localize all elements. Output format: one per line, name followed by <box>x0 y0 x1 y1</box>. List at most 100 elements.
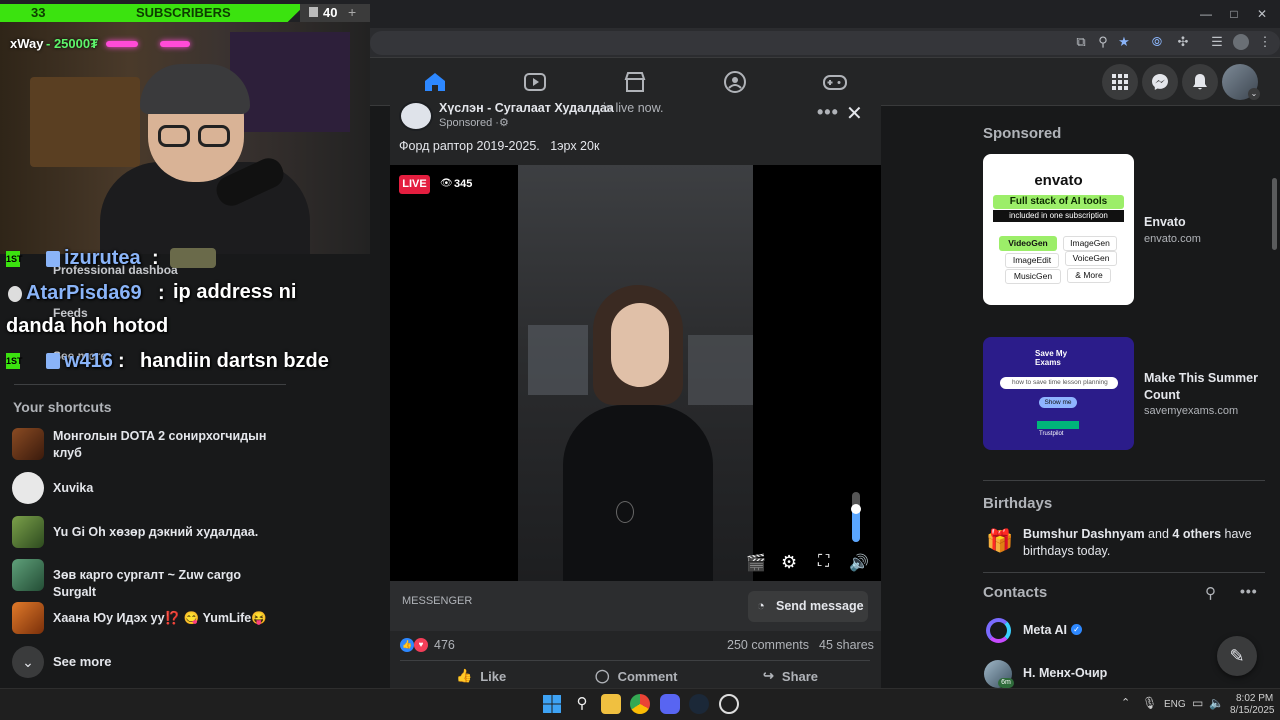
reactions-count[interactable]: 476 <box>434 638 455 652</box>
gaming-icon[interactable] <box>822 70 848 94</box>
birthday-text[interactable]: Bumshur Dashnyam and 4 others have birth… <box>1023 526 1253 560</box>
shortcuts-title: Your shortcuts <box>13 399 112 415</box>
cast-icon[interactable]: ⧉ <box>1072 33 1090 51</box>
like-reaction-icon: 👍 <box>400 638 414 652</box>
envato-headline: Full stack of AI tools <box>993 195 1124 209</box>
more-options-icon[interactable]: ••• <box>1240 583 1258 599</box>
monitor-icon[interactable]: ▭ <box>1192 696 1203 710</box>
ad-image-savemyexams[interactable]: Save My Exams how to save time lesson pl… <box>983 337 1134 450</box>
contact-active-badge: 6m <box>998 678 1014 688</box>
chat-username: izurutea <box>64 247 141 269</box>
video-frame <box>518 165 753 581</box>
contact-name[interactable]: Н. Менх-Очир <box>1023 666 1107 680</box>
minimize-button[interactable]: — <box>1196 6 1216 22</box>
envato-tag: VoiceGen <box>1065 251 1117 266</box>
fullscreen-icon[interactable]: ⛶ <box>818 553 829 571</box>
comment-button[interactable]: ◯ Comment <box>595 665 678 687</box>
chevron-down-icon[interactable]: ⌄ <box>1248 88 1260 100</box>
clip-icon[interactable]: 🎬 <box>746 553 766 573</box>
see-more-link[interactable]: See more <box>53 654 112 669</box>
like-button[interactable]: 👍 Like <box>456 665 506 687</box>
right-divider <box>983 480 1265 481</box>
new-message-button[interactable]: ✎ <box>1217 636 1257 676</box>
settings-gear-icon[interactable]: ⚙ <box>781 552 797 573</box>
extensions-puzzle-icon[interactable]: ✣ <box>1174 33 1192 51</box>
chrome-icon[interactable] <box>630 694 650 714</box>
page-avatar[interactable] <box>399 101 433 131</box>
profile-avatar[interactable] <box>1233 34 1249 50</box>
chevron-down-icon[interactable]: ⌄ <box>12 646 44 678</box>
close-window-button[interactable]: ✕ <box>1252 6 1272 22</box>
sub-goal-icon <box>309 7 318 17</box>
chat-message: ip address ni danda hoh hotod <box>6 281 297 337</box>
windows-start-icon[interactable] <box>542 694 562 714</box>
extension-icon[interactable]: ⦾ <box>1148 33 1166 51</box>
ad-image-envato[interactable]: envato Full stack of AI tools included i… <box>983 154 1134 305</box>
sme-button: Show me <box>1039 397 1077 408</box>
chat-badge-icon <box>46 251 60 267</box>
volume-slider[interactable] <box>851 492 861 542</box>
shortcut-thumbnail <box>12 602 44 634</box>
speaker-icon[interactable]: 🔈 <box>1209 696 1224 710</box>
search-icon[interactable]: ⚲ <box>572 694 592 714</box>
chrome-menu-icon[interactable]: ⋮ <box>1256 33 1274 51</box>
ad-name[interactable]: Envato <box>1144 215 1186 229</box>
language-indicator[interactable]: ENG <box>1164 699 1186 710</box>
volume-slider-handle[interactable] <box>851 504 861 514</box>
shortcut-item[interactable]: Хаана Юу Идэх уу⁉️ 😋 YumLife😝 <box>12 600 372 636</box>
contacts-title: Contacts <box>983 584 1048 601</box>
clock-time[interactable]: 8:02 PM <box>1236 693 1273 704</box>
discord-icon[interactable] <box>660 694 680 714</box>
bell-icon <box>1193 74 1207 90</box>
chat-colon: : <box>118 350 125 372</box>
shares-count[interactable]: 45 shares <box>819 638 874 652</box>
menu-grid-button[interactable] <box>1102 64 1138 100</box>
share-button[interactable]: ↪ Share <box>763 665 818 687</box>
close-icon[interactable]: ✕ <box>846 101 863 126</box>
app-icon[interactable] <box>719 694 739 714</box>
home-icon[interactable] <box>422 70 448 94</box>
like-label: Like <box>480 668 507 684</box>
zoom-icon[interactable]: ⚲ <box>1094 33 1112 51</box>
post-divider <box>400 660 870 661</box>
shortcut-item[interactable]: Зөв карго сургалт ~ Zuw cargo Surgalt <box>12 557 372 599</box>
subscriber-badge-icon: 1ST <box>6 353 23 369</box>
thumbs-up-icon: 👍 <box>456 668 473 683</box>
comment-label: Comment <box>617 668 678 684</box>
sponsored-title: Sponsored <box>983 125 1062 142</box>
ad-name[interactable]: Make This Summer Count <box>1144 370 1264 404</box>
search-icon[interactable]: ⚲ <box>1205 584 1216 602</box>
tray-chevron-icon[interactable]: ⌃ <box>1121 696 1130 709</box>
shortcut-item[interactable]: Yu Gi Oh хөзөр дэкний худалдаа. <box>12 514 372 550</box>
microphone-icon[interactable]: 🎙 <box>1142 696 1157 710</box>
contact-name[interactable]: Meta AI <box>1023 623 1067 637</box>
send-message-button[interactable]: ◔ Send message <box>748 591 868 622</box>
post-author[interactable]: Хүслэн - Сугалаат Худалдаа <box>439 101 614 115</box>
sponsored-label[interactable]: Sponsored · <box>439 117 499 129</box>
reading-list-icon[interactable]: ☰ <box>1208 33 1226 51</box>
envato-tag: VideoGen <box>999 236 1057 251</box>
maximize-button[interactable]: □ <box>1224 6 1244 22</box>
comment-icon: ◯ <box>595 668 610 683</box>
shortcut-item[interactable]: Xuvika <box>12 470 372 506</box>
more-options-icon[interactable]: ••• <box>817 102 839 123</box>
steam-icon[interactable] <box>689 694 709 714</box>
messenger-button[interactable] <box>1142 64 1178 100</box>
clock-date[interactable]: 8/15/2025 <box>1230 705 1275 716</box>
file-explorer-icon[interactable] <box>601 694 621 714</box>
marketplace-icon[interactable] <box>622 70 648 94</box>
address-bar[interactable] <box>370 31 1280 55</box>
notifications-button[interactable] <box>1182 64 1218 100</box>
shortcut-item[interactable]: Монголын DOTA 2 сонирхогчидын клуб <box>12 426 372 462</box>
scrollbar[interactable] <box>1272 178 1277 250</box>
messenger-small-icon: ◔ <box>757 598 765 613</box>
volume-icon[interactable]: 🔊 <box>849 553 869 573</box>
verified-icon: ✓ <box>1071 624 1082 635</box>
shortcut-label: Зөв карго сургалт ~ Zuw cargo Surgalt <box>53 568 241 599</box>
groups-icon[interactable] <box>722 70 748 94</box>
bookmark-star-icon[interactable]: ★ <box>1115 33 1133 51</box>
shortcut-label: Хаана Юу Идэх уу⁉️ 😋 YumLife😝 <box>53 611 267 625</box>
comments-count[interactable]: 250 comments <box>727 638 809 652</box>
donation-amount: - 25000₮ <box>46 36 99 51</box>
video-icon[interactable] <box>522 70 548 94</box>
